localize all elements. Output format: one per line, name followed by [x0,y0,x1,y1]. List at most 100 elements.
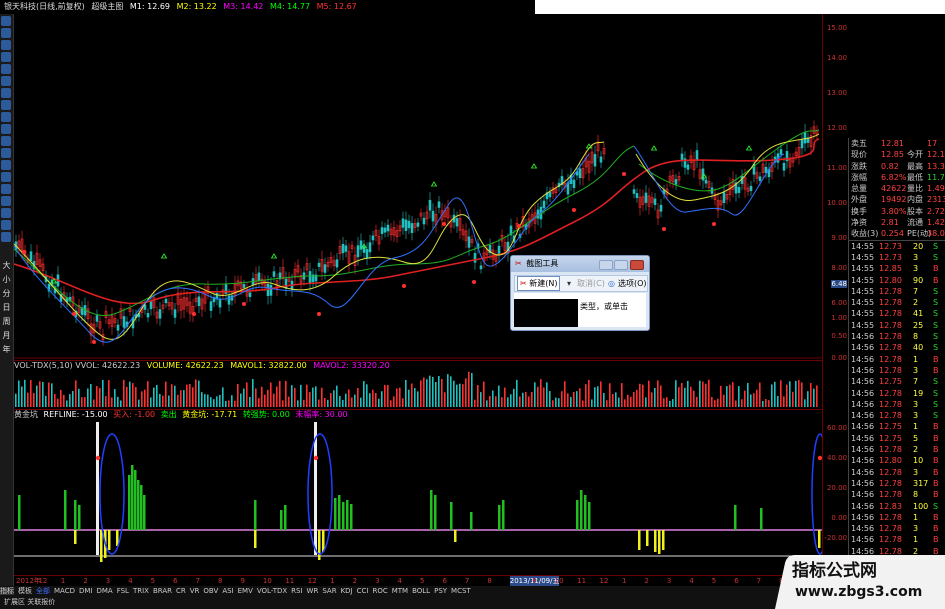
cancel-button[interactable]: 取消(C) [577,276,605,291]
tab-rsi[interactable]: RSI [291,587,302,595]
period-large[interactable]: 大 [0,259,13,273]
snipping-tool-dialog[interactable]: ✂ 截图工具 ✂ 新建(N) ▾ 取消(C) ◎ 选项(O) 类型，或单击 [510,255,650,331]
tab-vol-tdx[interactable]: VOL-TDX [257,587,287,595]
draw-line-icon[interactable] [1,52,11,62]
info-icon[interactable] [1,172,11,182]
period-year[interactable]: 年 [0,343,13,357]
tab-asi[interactable]: ASI [222,587,233,595]
green-column [434,495,437,530]
tick-direction: S [933,399,939,409]
tab-brar[interactable]: BRAR [153,587,172,595]
tick-time: 14:56 [851,332,875,342]
period-small[interactable]: 小 [0,273,13,287]
volume-bar [420,380,422,407]
grid-icon[interactable] [1,124,11,134]
candle-body [632,189,636,194]
volume-bar [372,389,374,407]
extension-tabs[interactable]: 扩展区 关联报价 [4,598,55,606]
tab-psy[interactable]: PSY [434,587,447,595]
settings-icon[interactable] [1,112,11,122]
help-icon[interactable] [1,232,11,242]
star-icon[interactable] [1,184,11,194]
zoom-out-icon[interactable] [1,40,11,50]
dialog-titlebar[interactable]: ✂ 截图工具 [511,256,649,272]
volume-bar [300,384,302,407]
volume-bar [126,386,128,407]
volume-bar [717,398,719,407]
new-snip-dropdown-icon[interactable]: ▾ [567,276,571,291]
print-icon[interactable] [1,136,11,146]
options-button[interactable]: 选项(O) [618,276,647,291]
tab-trix[interactable]: TRIX [133,587,149,595]
tab-boll[interactable]: BOLL [412,587,430,595]
period-month[interactable]: 月 [0,329,13,343]
volume-bar [219,394,221,407]
axis-label: 20.00 [826,484,847,492]
tab-emv[interactable]: EMV [238,587,253,595]
chart-tab-label[interactable]: 超级主图 [91,2,123,11]
tab-mtm[interactable]: MTM [392,587,408,595]
tick-direction: B [933,445,939,455]
period-week[interactable]: 周 [0,315,13,329]
candle-body [599,156,603,163]
tab-模板[interactable]: 模板 [18,587,32,595]
zoom-in-icon[interactable] [1,28,11,38]
cursor-icon[interactable] [1,16,11,26]
tick-row: 14:56 12.78 40 S [849,342,945,353]
volume-bar [612,394,614,407]
volume-bar [609,383,611,407]
layout-icon[interactable] [1,76,11,86]
candle-body [149,301,153,310]
export-icon[interactable] [1,148,11,158]
buy-marker [622,172,626,176]
alarm-icon[interactable] [1,196,11,206]
indicator-panel[interactable]: 黄金坑 REFLINE: -15.00 买入: -1.00 卖出 黄金坑: -1… [14,409,822,575]
date-label: 3 [375,577,380,585]
candles-layer [14,120,819,346]
buy-signal-dot [313,455,319,461]
tab-dma[interactable]: DMA [96,587,112,595]
maximize-button[interactable] [614,260,628,270]
tick-row: 14:55 12.85 3 B [849,263,945,274]
lock-icon[interactable] [1,220,11,230]
tab-kdj[interactable]: KDJ [341,587,353,595]
tick-direction: S [933,377,939,387]
candle-body [365,249,369,259]
volume-panel[interactable]: VOL-TDX(5,10) VVOL: 42622.23 VOLUME: 426… [14,360,822,409]
indicator-icon[interactable] [1,64,11,74]
tab-指标[interactable]: 指标 [0,587,14,595]
tab-macd[interactable]: MACD [54,587,75,595]
tab-cci[interactable]: CCI [357,587,369,595]
close-button[interactable] [630,260,644,270]
volume-bar [459,383,461,407]
volume-bar [486,400,488,407]
tick-time: 14:55 [851,320,875,330]
tab-全部[interactable]: 全部 [36,587,50,595]
price-chart[interactable] [14,14,822,359]
tab-mcst[interactable]: MCST [451,587,471,595]
minimize-button[interactable] [599,260,613,270]
tab-wr[interactable]: WR [307,587,319,595]
tab-fsl[interactable]: FSL [117,587,129,595]
tick-list[interactable]: 14:55 12.73 20 S 14:55 12.73 3 S 14:55 12.85 3 B 14:… [849,239,945,557]
tick-volume: 317 [913,478,929,488]
tick-time: 14:56 [851,377,875,387]
new-snip-button[interactable]: ✂ 新建(N) [517,276,561,291]
tab-cr[interactable]: CR [176,587,186,595]
tab-roc[interactable]: ROC [372,587,387,595]
period-minute[interactable]: 分 [0,287,13,301]
yellow-column [638,530,641,550]
tab-obv[interactable]: OBV [203,587,218,595]
tab-sar[interactable]: SAR [322,587,336,595]
volume-bar [726,386,728,407]
refresh-icon[interactable] [1,88,11,98]
tab-dmi[interactable]: DMI [79,587,93,595]
date-label: 6 [173,577,178,585]
tab-vr[interactable]: VR [190,587,200,595]
period-day[interactable]: 日 [0,301,13,315]
volume-bar [402,398,404,407]
tick-direction: S [933,501,939,511]
tag-icon[interactable] [1,208,11,218]
window-icon[interactable] [1,160,11,170]
search-icon[interactable] [1,100,11,110]
